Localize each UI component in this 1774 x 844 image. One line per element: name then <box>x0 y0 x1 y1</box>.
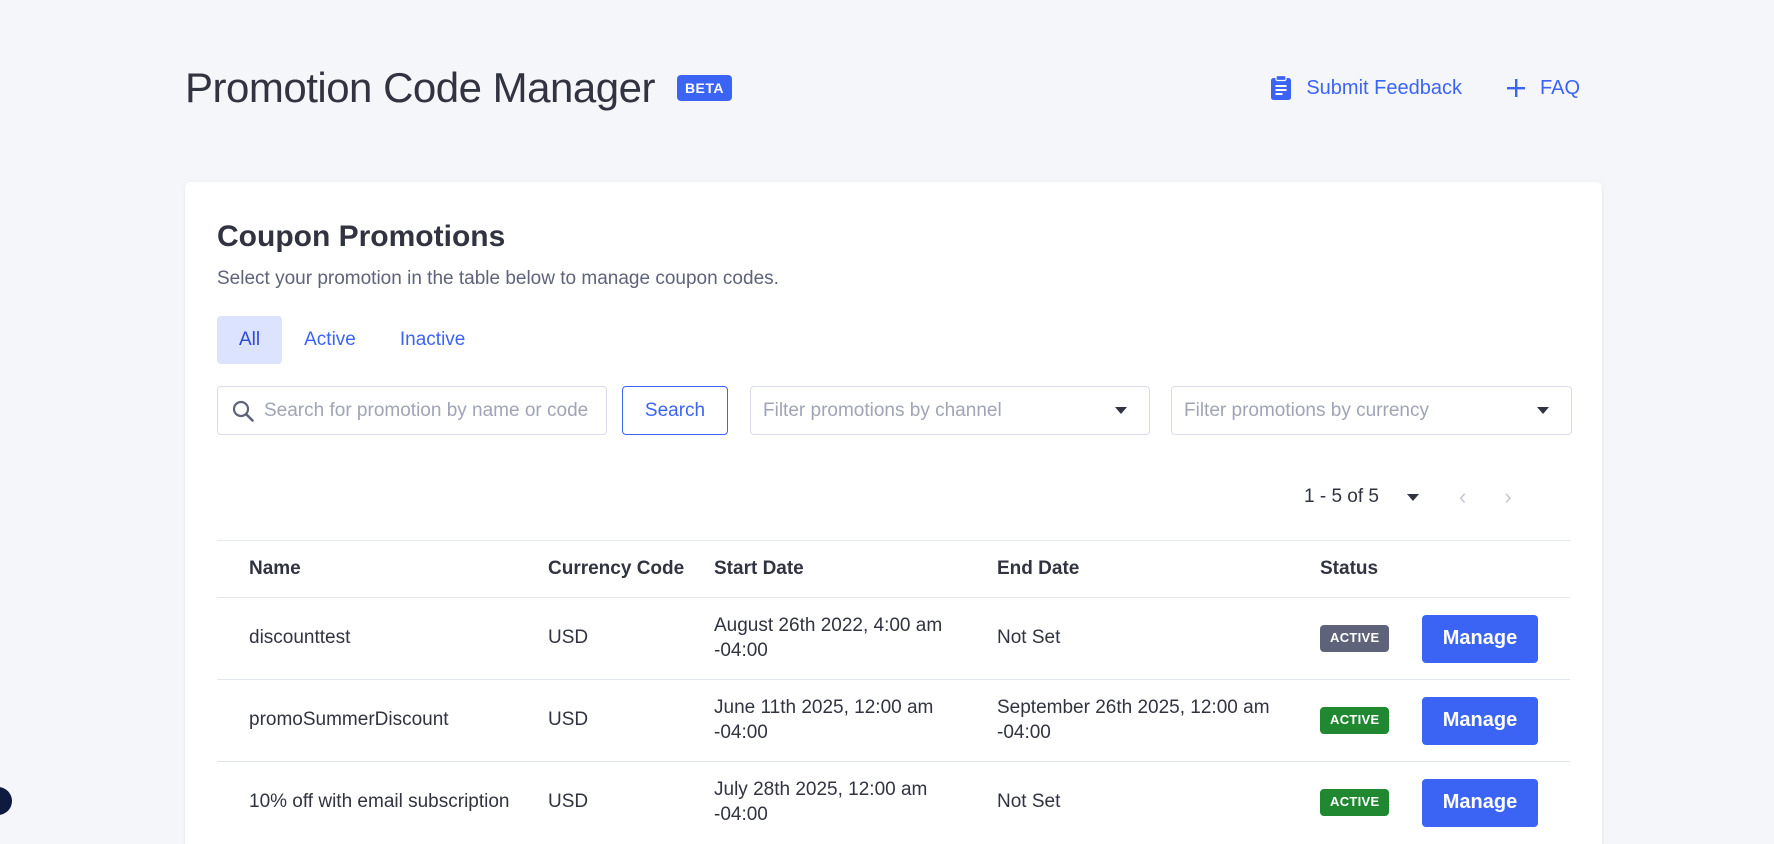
action-cell: Manage <box>1422 761 1570 844</box>
coupon-promotions-card: Coupon Promotions Select your promotion … <box>185 182 1602 844</box>
end-date-line: Not Set <box>997 791 1061 813</box>
end-date: September 26th 2025, 12:00 am -04:00 <box>997 679 1320 762</box>
manage-button[interactable]: Manage <box>1422 778 1538 827</box>
table-row[interactable]: 10% off with email subscription USD July… <box>217 761 1570 844</box>
status-badge: ACTIVE <box>1320 707 1390 734</box>
column-header-action <box>1422 540 1570 598</box>
manage-button[interactable]: Manage <box>1422 614 1538 663</box>
chevron-right-icon[interactable]: › <box>1504 486 1511 508</box>
channel-filter-placeholder: Filter promotions by channel <box>763 399 1002 421</box>
search-field <box>217 386 607 435</box>
help-widget-button[interactable] <box>0 787 12 815</box>
currency-code: USD <box>548 761 714 844</box>
status-badge: ACTIVE <box>1320 789 1390 817</box>
faq-link[interactable]: FAQ <box>1506 77 1580 100</box>
card-title: Coupon Promotions <box>217 220 506 253</box>
submit-feedback-link[interactable]: Submit Feedback <box>1270 75 1462 101</box>
column-header-end-date[interactable]: End Date <box>997 540 1320 598</box>
column-header-currency[interactable]: Currency Code <box>548 540 714 598</box>
currency-filter-select[interactable]: Filter promotions by currency <box>1171 386 1572 435</box>
start-date-offset: -04:00 <box>714 721 768 743</box>
start-date: August 26th 2022, 4:00 am -04:00 <box>714 597 997 680</box>
end-date: Not Set <box>997 597 1320 680</box>
table-row[interactable]: promoSummerDiscount USD June 11th 2025, … <box>217 679 1570 762</box>
status-tabs: All Active Inactive <box>217 316 487 364</box>
currency-filter-placeholder: Filter promotions by currency <box>1184 399 1429 421</box>
search-button[interactable]: Search <box>622 386 728 435</box>
promotion-name: 10% off with email subscription <box>217 761 548 844</box>
status-badge: ACTIVE <box>1320 625 1390 652</box>
header-links: Submit Feedback FAQ <box>1270 75 1580 101</box>
filter-bar: Search Filter promotions by channel Filt… <box>217 386 1572 435</box>
start-date-line: July 28th 2025, 12:00 am <box>714 779 928 801</box>
beta-badge: BETA <box>676 75 733 101</box>
pagination-range: 1 - 5 of 5 <box>1304 486 1379 507</box>
action-cell: Manage <box>1422 679 1570 762</box>
tab-active[interactable]: Active <box>282 316 378 364</box>
status-cell: ACTIVE <box>1320 679 1422 762</box>
currency-code: USD <box>548 679 714 762</box>
end-date: Not Set <box>997 761 1320 844</box>
table-header-row: Name Currency Code Start Date End Date S… <box>217 540 1570 598</box>
pagination: 1 - 5 of 5 ‹ › <box>1304 482 1512 512</box>
submit-feedback-label: Submit Feedback <box>1306 76 1462 99</box>
tab-all[interactable]: All <box>217 316 283 364</box>
caret-down-icon <box>1115 407 1127 414</box>
page-title: Promotion Code Manager <box>185 64 655 111</box>
start-date: July 28th 2025, 12:00 am -04:00 <box>714 761 997 844</box>
faq-label: FAQ <box>1539 76 1580 99</box>
search-icon <box>232 400 254 422</box>
clipboard-icon <box>1271 75 1292 100</box>
end-date-line: September 26th 2025, 12:00 am <box>997 696 1270 718</box>
status-cell: ACTIVE <box>1320 597 1422 680</box>
currency-code: USD <box>548 597 714 680</box>
search-input[interactable] <box>264 399 594 422</box>
column-header-status[interactable]: Status <box>1320 540 1422 598</box>
caret-down-icon <box>1537 407 1549 414</box>
start-date-line: August 26th 2022, 4:00 am <box>714 614 943 636</box>
page-size-caret-icon[interactable] <box>1407 493 1419 501</box>
action-cell: Manage <box>1422 597 1570 680</box>
plus-icon <box>1506 79 1525 97</box>
start-date-offset: -04:00 <box>714 803 768 825</box>
chevron-left-icon[interactable]: ‹ <box>1459 486 1466 508</box>
channel-filter-select[interactable]: Filter promotions by channel <box>750 386 1150 435</box>
start-date: June 11th 2025, 12:00 am -04:00 <box>714 679 997 762</box>
manage-button[interactable]: Manage <box>1422 696 1538 745</box>
column-header-name[interactable]: Name <box>217 540 548 598</box>
end-date-line: Not Set <box>997 627 1061 649</box>
card-subtitle: Select your promotion in the table below… <box>217 268 779 289</box>
end-date-offset: -04:00 <box>997 721 1051 743</box>
start-date-offset: -04:00 <box>714 639 768 661</box>
title-group: Promotion Code Manager BETA <box>185 64 733 112</box>
promotion-name: discounttest <box>217 597 548 680</box>
promotion-name: promoSummerDiscount <box>217 679 548 762</box>
tab-inactive[interactable]: Inactive <box>378 316 487 364</box>
table-row[interactable]: discounttest USD August 26th 2022, 4:00 … <box>217 597 1570 680</box>
page-header: Promotion Code Manager BETA Submit Feedb… <box>185 60 1580 116</box>
start-date-line: June 11th 2025, 12:00 am <box>714 696 934 718</box>
promotions-table: Name Currency Code Start Date End Date S… <box>217 540 1570 844</box>
column-header-start-date[interactable]: Start Date <box>714 540 997 598</box>
status-cell: ACTIVE <box>1320 761 1422 844</box>
